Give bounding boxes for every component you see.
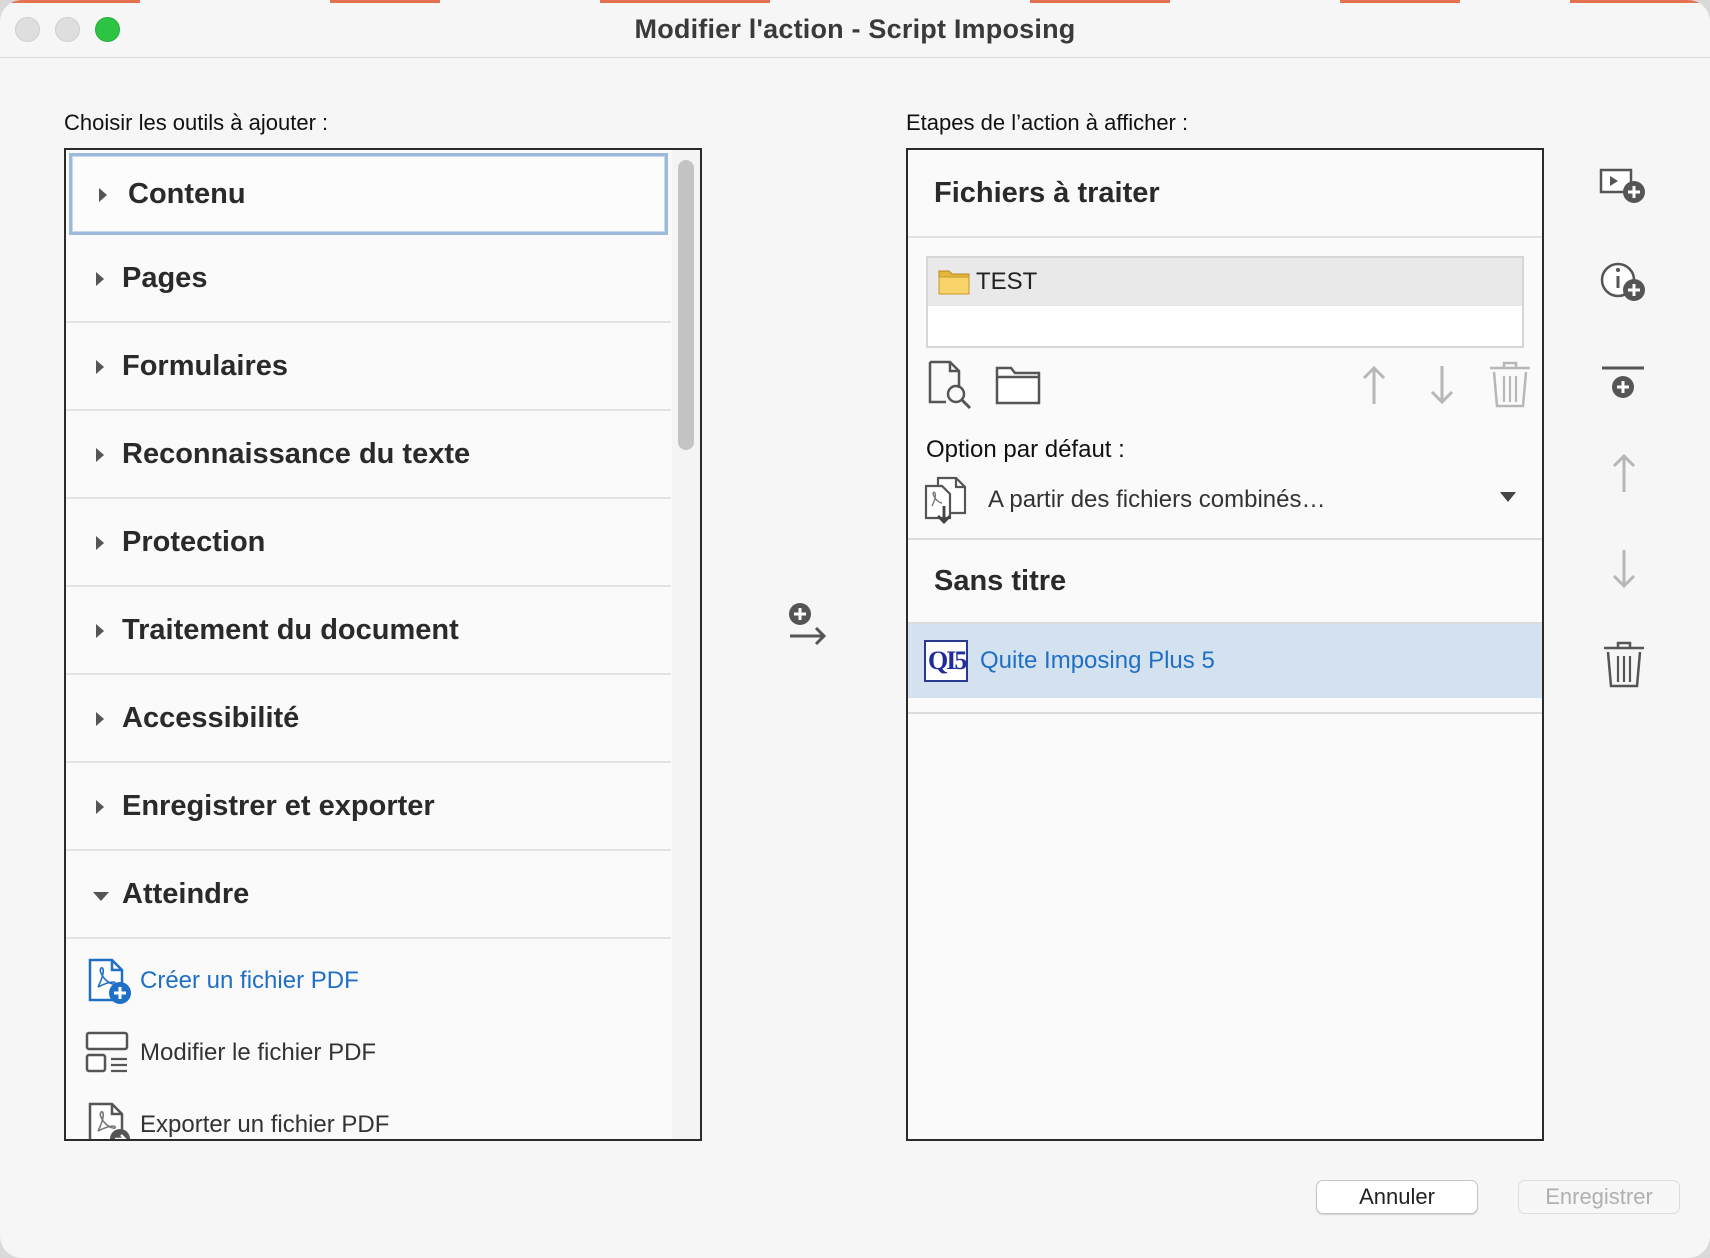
disclosure-triangle-icon <box>96 712 104 726</box>
category-label: Pages <box>122 261 208 294</box>
tools-scrollbar[interactable] <box>672 150 700 1139</box>
step-group-header: Sans titre <box>908 540 1542 624</box>
file-item[interactable]: TEST <box>928 258 1522 306</box>
category-label: Traitement du document <box>122 613 459 646</box>
browse-file-icon[interactable] <box>926 360 974 410</box>
category-pages[interactable]: Pages <box>66 235 671 323</box>
disclosure-triangle-icon <box>99 188 107 202</box>
export-pdf-icon <box>88 1102 130 1139</box>
category-contenu[interactable]: Contenu <box>69 153 668 235</box>
tool-modifier-pdf[interactable]: Modifier le fichier PDF <box>66 1017 671 1089</box>
save-button[interactable]: Enregistrer <box>1518 1180 1680 1214</box>
step-item-quite-imposing[interactable]: QI5 Quite Imposing Plus 5 <box>908 624 1542 698</box>
delete-step-icon[interactable] <box>1598 638 1650 690</box>
step-label: Quite Imposing Plus 5 <box>980 647 1215 674</box>
category-traitement-document[interactable]: Traitement du document <box>66 587 671 675</box>
default-option-select[interactable]: A partir des fichiers combinés… <box>922 470 1526 528</box>
file-name: TEST <box>976 268 1038 295</box>
disclosure-triangle-icon <box>96 536 104 550</box>
category-label: Accessibilité <box>122 701 300 734</box>
title-accent <box>1030 0 1170 3</box>
title-accent <box>0 0 140 3</box>
section-divider <box>908 712 1542 714</box>
delete-file-icon[interactable] <box>1486 360 1534 410</box>
default-option-label: Option par défaut : <box>926 436 1125 463</box>
add-folder-icon[interactable] <box>994 360 1042 410</box>
tool-label: Exporter un fichier PDF <box>140 1111 390 1138</box>
category-label: Atteindre <box>122 877 250 910</box>
category-formulaires[interactable]: Formulaires <box>66 323 671 411</box>
action-editor-window: Modifier l'action - Script Imposing Choi… <box>0 0 1710 1258</box>
disclosure-triangle-open-icon <box>93 892 109 901</box>
title-accent <box>1570 0 1710 3</box>
category-label: Contenu <box>128 177 246 210</box>
default-option-value: A partir des fichiers combinés… <box>988 486 1326 513</box>
steps-section-label: Etapes de l’action à afficher : <box>906 110 1189 135</box>
category-accessibilite[interactable]: Accessibilité <box>66 675 671 763</box>
quite-imposing-logo-icon: QI5 <box>924 640 968 682</box>
steps-panel: Fichiers à traiter TEST Option par défau… <box>906 148 1544 1141</box>
files-list[interactable]: TEST <box>926 256 1524 348</box>
title-accent <box>600 0 770 3</box>
category-protection[interactable]: Protection <box>66 499 671 587</box>
files-to-process-header: Fichiers à traiter <box>908 150 1542 238</box>
edit-pdf-icon <box>85 1031 129 1073</box>
add-to-action-icon[interactable] <box>786 600 830 650</box>
move-file-down-icon[interactable] <box>1418 360 1466 410</box>
files-toolbar <box>908 360 1542 416</box>
title-accent <box>330 0 440 3</box>
title-bar: Modifier l'action - Script Imposing <box>0 0 1710 58</box>
folder-icon <box>938 270 970 295</box>
tools-panel: Contenu Pages Formulaires Reconnaissance… <box>64 148 702 1141</box>
category-enregistrer-exporter[interactable]: Enregistrer et exporter <box>66 763 671 851</box>
create-pdf-icon <box>88 958 131 1004</box>
dropdown-arrow-icon <box>1500 492 1516 502</box>
move-file-up-icon[interactable] <box>1350 360 1398 410</box>
tools-section-label: Choisir les outils à ajouter : <box>64 110 329 135</box>
insert-stop-icon[interactable] <box>1598 162 1650 214</box>
disclosure-triangle-icon <box>96 360 104 374</box>
tool-exporter-pdf[interactable]: Exporter un fichier PDF <box>66 1089 671 1139</box>
combine-files-icon <box>924 476 967 524</box>
category-reconnaissance-texte[interactable]: Reconnaissance du texte <box>66 411 671 499</box>
move-step-down-icon[interactable] <box>1598 544 1650 596</box>
scrollbar-thumb[interactable] <box>678 160 694 450</box>
cancel-button[interactable]: Annuler <box>1316 1180 1478 1214</box>
move-step-up-icon[interactable] <box>1598 446 1650 498</box>
category-label: Formulaires <box>122 349 288 382</box>
disclosure-triangle-icon <box>96 448 104 462</box>
tool-label: Créer un fichier PDF <box>140 967 359 994</box>
category-label: Enregistrer et exporter <box>122 789 435 822</box>
disclosure-triangle-icon <box>96 800 104 814</box>
tools-list: Contenu Pages Formulaires Reconnaissance… <box>66 150 671 1139</box>
category-atteindre[interactable]: Atteindre <box>66 851 671 939</box>
title-accent <box>1340 0 1460 3</box>
tool-label: Modifier le fichier PDF <box>140 1039 377 1066</box>
add-instruction-icon[interactable] <box>1598 258 1650 310</box>
tool-creer-pdf[interactable]: Créer un fichier PDF <box>66 945 671 1017</box>
window-title: Modifier l'action - Script Imposing <box>634 14 1076 44</box>
category-label: Reconnaissance du texte <box>122 437 471 470</box>
disclosure-triangle-icon <box>96 624 104 638</box>
add-panel-icon[interactable] <box>1598 360 1650 412</box>
category-label: Protection <box>122 525 266 558</box>
disclosure-triangle-icon <box>96 272 104 286</box>
